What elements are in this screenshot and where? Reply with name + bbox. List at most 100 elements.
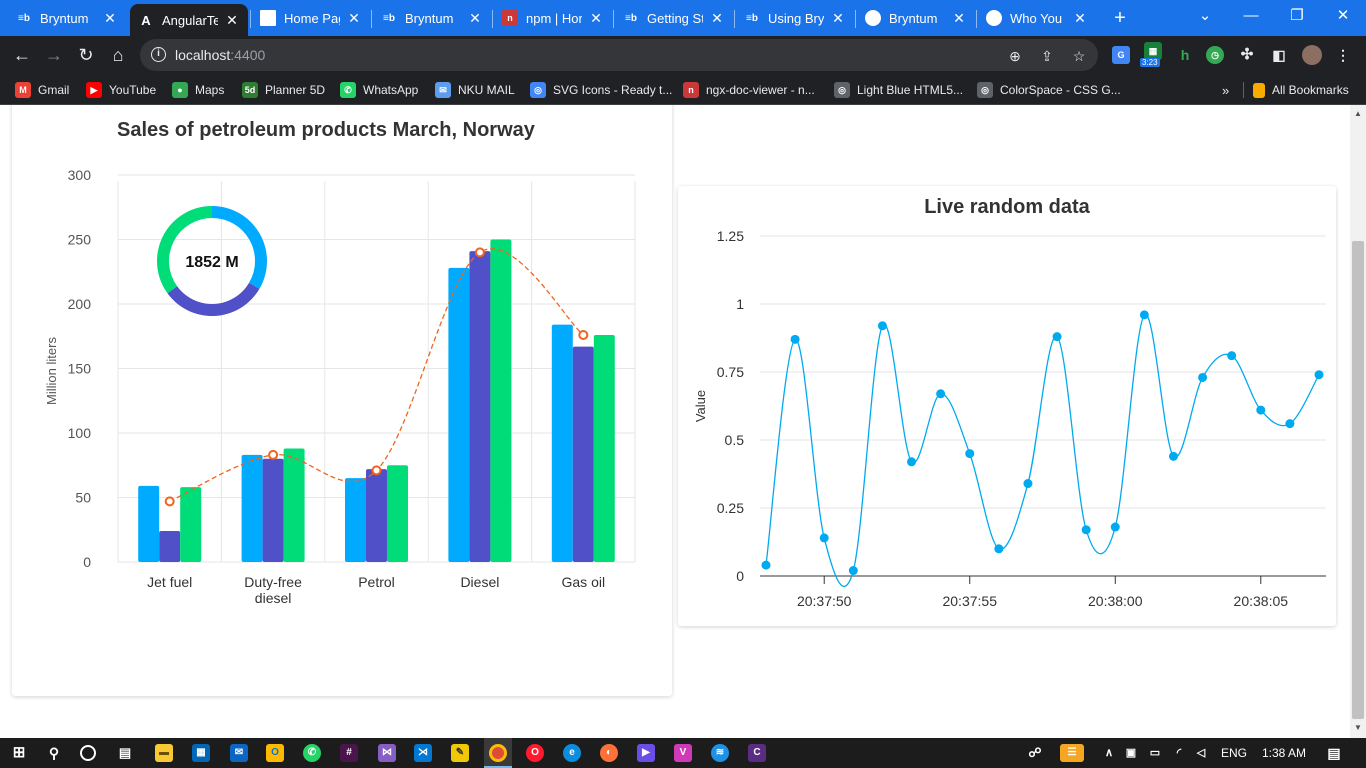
mail-app-icon[interactable]: ✉ <box>230 744 248 762</box>
zoom-icon[interactable]: ⊕ <box>1006 47 1024 65</box>
weather-icon[interactable]: ☰ <box>1060 744 1084 762</box>
tab-title: Bryntum <box>405 10 454 26</box>
outlook-icon[interactable]: O <box>266 744 284 762</box>
browser-toolbar: ← → ↻ ⌂ i localhost:4400 ⊕ ⇪ ☆ G ▦ 3:23 … <box>0 36 1366 74</box>
bookmark-item[interactable]: 5d Planner 5D <box>242 81 325 99</box>
tab-close-icon[interactable]: ✕ <box>1072 10 1088 27</box>
browser-tab[interactable]: A AngularTe ✕ <box>130 4 248 36</box>
tab-close-icon[interactable]: ✕ <box>951 10 967 27</box>
bookmark-item[interactable]: ◎ Light Blue HTML5... <box>834 81 963 99</box>
volume-icon[interactable]: ◁ <box>1192 744 1210 762</box>
sales-chart-card: Sales of petroleum products March, Norwa… <box>12 105 672 696</box>
bookmark-item[interactable]: ✉ NKU MAIL <box>435 81 515 99</box>
browser-tab[interactable]: ≡b Bryntum ✕ <box>8 4 126 32</box>
scrollbar-thumb[interactable] <box>1352 241 1364 719</box>
bookmark-item[interactable]: ◎ ColorSpace - CSS G... <box>977 81 1121 99</box>
terminal-icon[interactable]: C <box>748 744 766 762</box>
x-tick-label: Jet fuel <box>147 574 192 590</box>
file-explorer-icon[interactable]: ▬ <box>155 744 173 762</box>
new-tab-button[interactable]: + <box>1108 6 1132 30</box>
home-icon[interactable]: ⌂ <box>106 43 130 67</box>
media-app-icon[interactable]: ▶ <box>637 744 655 762</box>
bookmark-label: Maps <box>195 83 225 97</box>
task-view-icon[interactable]: ▤ <box>116 744 134 762</box>
whatsapp-app-icon[interactable]: ✆ <box>303 744 321 762</box>
vscode-icon[interactable]: ⋊ <box>414 744 432 762</box>
menu-kebab-icon[interactable]: ⋮ <box>1334 46 1352 64</box>
restore-icon[interactable]: ❐ <box>1274 0 1320 36</box>
donut-total-label: 1852 M <box>185 254 238 271</box>
store-icon[interactable]: ▦ <box>192 744 210 762</box>
visual-studio-icon[interactable]: ⋈ <box>378 744 396 762</box>
chrome-icon[interactable] <box>489 744 507 762</box>
tab-close-icon[interactable]: ✕ <box>588 10 604 27</box>
site-info-icon[interactable]: i <box>151 47 166 62</box>
device-icon[interactable]: ▣ <box>1122 744 1140 762</box>
side-panel-icon[interactable]: ◧ <box>1270 46 1288 64</box>
share-icon[interactable]: ⇪ <box>1038 47 1056 65</box>
wifi-icon[interactable]: ◜ <box>1170 744 1188 762</box>
close-window-icon[interactable]: ✕ <box>1320 0 1366 36</box>
translate-extension-icon[interactable]: G <box>1112 46 1130 64</box>
browser-tab[interactable]: Home Pag ✕ <box>252 4 370 32</box>
windows-start-icon[interactable]: ⊞ <box>10 744 28 762</box>
y-tick-label: 0.5 <box>725 432 745 448</box>
people-icon[interactable]: ☍ <box>1026 744 1044 762</box>
clock-extension-icon[interactable]: ◷ <box>1206 46 1224 64</box>
address-bar[interactable]: i localhost:4400 ⊕ ⇪ ☆ <box>140 39 1098 71</box>
bookmark-item[interactable]: ◎ SVG Icons - Ready t... <box>530 81 672 99</box>
forward-icon[interactable]: → <box>42 43 66 67</box>
browser-tab[interactable]: Bryntum ✕ <box>857 4 975 32</box>
profile-avatar[interactable] <box>1302 45 1322 65</box>
tab-title: Bryntum <box>40 10 89 26</box>
tab-close-icon[interactable]: ✕ <box>830 10 846 27</box>
tray-chevron-icon[interactable]: ∧ <box>1100 744 1118 762</box>
docker-icon[interactable]: ≋ <box>711 744 729 762</box>
firefox-icon[interactable]: ◐ <box>600 744 618 762</box>
cortana-icon[interactable] <box>80 745 96 761</box>
h-extension-icon[interactable]: h <box>1176 46 1194 64</box>
battery-icon[interactable]: ▭ <box>1146 744 1164 762</box>
tab-title: Using Bry <box>768 10 824 26</box>
bookmark-item[interactable]: ▶ YouTube <box>86 81 156 99</box>
tab-close-icon[interactable]: ✕ <box>709 10 725 27</box>
page-scrollbar[interactable]: ▲ ▼ <box>1350 105 1366 738</box>
tab-close-icon[interactable]: ✕ <box>224 12 240 29</box>
x-tick-label: diesel <box>255 590 292 606</box>
search-icon[interactable]: ⚲ <box>45 744 63 762</box>
opera-icon[interactable]: O <box>526 744 544 762</box>
tab-close-icon[interactable]: ✕ <box>467 10 483 27</box>
extensions-puzzle-icon[interactable]: ✣ <box>1238 46 1256 64</box>
bookmark-item[interactable]: ● Maps <box>172 81 224 99</box>
slack-icon[interactable]: # <box>340 744 358 762</box>
bookmarks-overflow-icon[interactable]: » <box>1222 81 1229 99</box>
bookmarks-bar: » All Bookmarks M Gmail ▶ YouTube ● Maps 5d Pla… <box>0 74 1366 105</box>
notifications-icon[interactable]: ▤ <box>1325 744 1343 762</box>
back-icon[interactable]: ← <box>10 43 34 67</box>
language-indicator[interactable]: ENG <box>1221 746 1247 760</box>
tab-search-icon[interactable]: ⌄ <box>1182 0 1228 36</box>
tab-close-icon[interactable]: ✕ <box>102 10 118 27</box>
browser-tab[interactable]: ≡b Using Bry ✕ <box>736 4 854 32</box>
live-data-point <box>1314 370 1324 380</box>
all-bookmarks-button[interactable]: All Bookmarks <box>1253 81 1349 99</box>
bookmark-item[interactable]: n ngx-doc-viewer - n... <box>683 81 815 99</box>
tool-app-icon[interactable]: ✎ <box>451 744 469 762</box>
tab-close-icon[interactable]: ✕ <box>346 10 362 27</box>
bookmark-star-icon[interactable]: ☆ <box>1070 47 1088 65</box>
browser-tab[interactable]: ≡b Bryntum ✕ <box>373 4 491 32</box>
edge-icon[interactable]: e <box>563 744 581 762</box>
clock-time[interactable]: 1:38 AM <box>1262 746 1306 760</box>
browser-tab[interactable]: ≡b Getting St ✕ <box>615 4 733 32</box>
url-text[interactable]: localhost:4400 <box>175 47 265 63</box>
browser-tab[interactable]: n npm | Hor ✕ <box>494 4 612 32</box>
minimize-icon[interactable]: — <box>1228 0 1274 36</box>
npm-icon: n <box>502 10 518 26</box>
browser-tab[interactable]: Who You ✕ <box>978 4 1096 32</box>
scroll-down-icon[interactable]: ▼ <box>1353 723 1363 733</box>
vivaldi-icon[interactable]: V <box>674 744 692 762</box>
bookmark-item[interactable]: M Gmail <box>15 81 69 99</box>
bookmark-item[interactable]: ✆ WhatsApp <box>340 81 418 99</box>
scroll-up-icon[interactable]: ▲ <box>1353 109 1363 119</box>
reload-icon[interactable]: ↻ <box>74 43 98 67</box>
